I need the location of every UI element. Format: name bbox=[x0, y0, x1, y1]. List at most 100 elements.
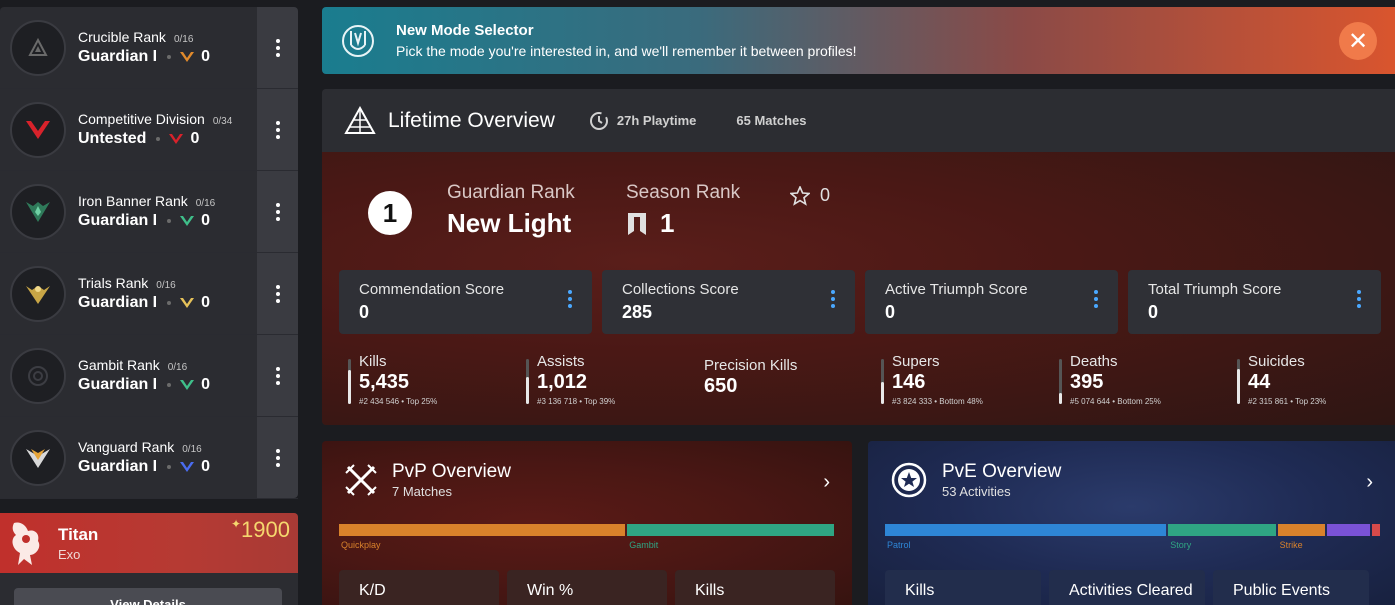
season-rank-value: 1 bbox=[660, 208, 675, 238]
rank-card[interactable]: Crucible Rank 0/16 Guardian I 0 bbox=[0, 7, 257, 88]
rank-value: Guardian I bbox=[78, 458, 158, 475]
character-race: Exo bbox=[58, 546, 81, 562]
pve-stat-card: Activities Cleared bbox=[1049, 570, 1205, 605]
kebab-icon bbox=[275, 448, 280, 467]
rank-row-crucible[interactable]: Crucible Rank 0/16 Guardian I 0 bbox=[0, 7, 298, 89]
pyramid-icon bbox=[344, 105, 376, 134]
mode-segment bbox=[1372, 524, 1380, 536]
crucible-emblem-icon bbox=[10, 19, 66, 76]
collections-score-card[interactable]: Collections Score 285 bbox=[602, 270, 855, 334]
rank-name: Competitive Division bbox=[78, 111, 205, 127]
rank-card[interactable]: Iron Banner Rank 0/16 Guardian I 0 bbox=[0, 171, 257, 252]
lifetime-body: 1 Guardian Rank New Light Season Rank 1 … bbox=[322, 152, 1395, 425]
rank-row-iron-banner[interactable]: Iron Banner Rank 0/16 Guardian I 0 bbox=[0, 171, 298, 253]
rank-card[interactable]: Competitive Division 0/34 Untested 0 bbox=[0, 89, 257, 170]
rank-menu-button[interactable] bbox=[257, 335, 298, 416]
score-value: 0 bbox=[1148, 302, 1159, 322]
pve-mode-labels: Patrol Story Strike bbox=[885, 540, 1382, 552]
stat-detail: #3 136 718 • Top 39% bbox=[537, 397, 616, 406]
rank-chevron-icon bbox=[180, 52, 195, 62]
mode-segment bbox=[1277, 524, 1326, 536]
pvp-stat-card: K/D bbox=[339, 570, 499, 605]
view-details-button[interactable]: View Details bbox=[14, 588, 282, 605]
character-banner: Titan Exo ✦1900 bbox=[0, 513, 298, 573]
rank-chevron-icon bbox=[169, 134, 184, 144]
rank-value: Untested bbox=[78, 130, 147, 147]
character-card[interactable]: Titan Exo ✦1900 View Details bbox=[0, 513, 298, 605]
rank-card[interactable]: Vanguard Rank 0/16 Guardian I 0 bbox=[0, 417, 257, 498]
power-icon: ✦ bbox=[230, 517, 242, 531]
rank-menu-button[interactable] bbox=[257, 417, 298, 498]
mode-segment bbox=[1168, 524, 1276, 536]
star-icon bbox=[790, 185, 810, 206]
rank-card[interactable]: Trials Rank 0/16 Guardian I 0 bbox=[0, 253, 257, 334]
active-triumph-score-card[interactable]: Active Triumph Score 0 bbox=[865, 270, 1118, 334]
total-triumph-score-card[interactable]: Total Triumph Score 0 bbox=[1128, 270, 1381, 334]
rank-value: Guardian I bbox=[78, 376, 158, 393]
rank-count: 0 bbox=[201, 48, 211, 65]
kebab-icon bbox=[275, 202, 280, 221]
iron-banner-emblem-icon bbox=[10, 183, 66, 240]
kebab-icon bbox=[275, 120, 280, 139]
rank-row-trials[interactable]: Trials Rank 0/16 Guardian I 0 bbox=[0, 253, 298, 335]
banner-title: New Mode Selector bbox=[396, 22, 534, 39]
rank-row-gambit[interactable]: Gambit Rank 0/16 Guardian I 0 bbox=[0, 335, 298, 417]
stat-percentile-bar bbox=[1059, 359, 1062, 404]
lifetime-header: Lifetime Overview 27h Playtime 65 Matche… bbox=[322, 89, 1395, 152]
kebab-icon[interactable] bbox=[1357, 290, 1361, 308]
mode-label: Gambit bbox=[629, 540, 659, 550]
rank-menu-button[interactable] bbox=[257, 7, 298, 88]
separator-dot bbox=[167, 465, 172, 469]
chevron-right-icon[interactable]: › bbox=[1366, 471, 1373, 494]
season-pass-icon bbox=[628, 212, 646, 235]
kebab-icon[interactable] bbox=[568, 290, 572, 308]
rank-progress: 0/16 bbox=[156, 280, 176, 291]
close-icon[interactable]: ✕ bbox=[1339, 22, 1377, 60]
rank-chevron-icon bbox=[180, 216, 195, 226]
rank-name: Gambit Rank bbox=[78, 357, 160, 373]
rank-menu-button[interactable] bbox=[257, 171, 298, 252]
kebab-icon[interactable] bbox=[831, 290, 835, 308]
stat-detail: #2 315 861 • Top 23% bbox=[1248, 397, 1327, 406]
chevron-right-icon[interactable]: › bbox=[823, 471, 830, 494]
rank-progress: 0/16 bbox=[167, 362, 188, 373]
kebab-icon bbox=[275, 284, 280, 303]
bright-star-value: 0 bbox=[820, 185, 831, 205]
stat-label: Precision Kills bbox=[704, 357, 798, 374]
rank-row-vanguard[interactable]: Vanguard Rank 0/16 Guardian I 0 bbox=[0, 417, 298, 499]
competitive-emblem-icon bbox=[10, 101, 66, 158]
pve-subtitle: 53 Activities bbox=[942, 484, 1011, 499]
stat-supers: Supers 146 #3 824 333 • Bottom 48% bbox=[881, 353, 983, 406]
rank-menu-button[interactable] bbox=[257, 89, 298, 170]
rank-row-competitive[interactable]: Competitive Division 0/34 Untested 0 bbox=[0, 89, 298, 171]
guardian-rank-label: Guardian Rank bbox=[447, 182, 575, 203]
stat-label: Supers bbox=[892, 353, 940, 370]
kebab-icon bbox=[275, 366, 280, 385]
stat-label: Suicides bbox=[1248, 353, 1305, 370]
guardian-rank-badge: 1 bbox=[368, 191, 412, 235]
guardian-rank: Guardian Rank New Light bbox=[447, 182, 575, 239]
pvp-overview-card[interactable]: PvP Overview 7 Matches › Quickplay Gambit… bbox=[322, 441, 852, 605]
rank-menu-button[interactable] bbox=[257, 253, 298, 334]
stat-label: Deaths bbox=[1070, 353, 1118, 370]
rank-name: Vanguard Rank bbox=[78, 439, 175, 455]
bright-star-count: 0 bbox=[790, 185, 830, 206]
rank-progress: 0/34 bbox=[212, 116, 233, 127]
rank-card[interactable]: Gambit Rank 0/16 Guardian I 0 bbox=[0, 335, 257, 416]
guardian-rank-value: New Light bbox=[447, 208, 572, 238]
pvp-mode-labels: Quickplay Gambit bbox=[339, 540, 836, 552]
power-value: 1900 bbox=[241, 517, 290, 542]
mode-label: Story bbox=[1170, 540, 1192, 550]
score-value: 285 bbox=[622, 302, 653, 322]
commendation-score-card[interactable]: Commendation Score 0 bbox=[339, 270, 592, 334]
rank-progress: 0/16 bbox=[195, 198, 216, 209]
score-label: Commendation Score bbox=[359, 281, 505, 298]
pve-overview-card[interactable]: PvE Overview 53 Activities › Patrol Story… bbox=[868, 441, 1395, 605]
rank-chevron-icon bbox=[180, 298, 195, 308]
rank-chevron-icon bbox=[180, 380, 195, 390]
stat-percentile-bar bbox=[526, 359, 529, 404]
kebab-icon[interactable] bbox=[1094, 290, 1098, 308]
stat-value: 395 bbox=[1070, 371, 1104, 393]
stat-value: 146 bbox=[892, 371, 926, 393]
score-label: Active Triumph Score bbox=[885, 281, 1028, 298]
